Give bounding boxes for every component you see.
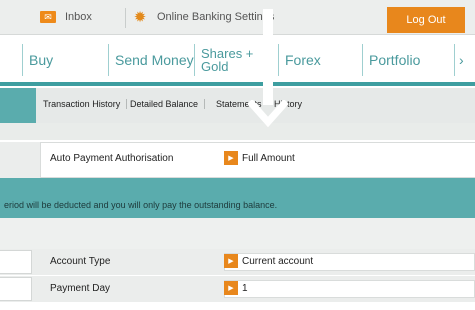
online-banking-settings-link[interactable]: ✹ Online Banking Settings <box>132 8 275 26</box>
info-banner <box>0 178 475 218</box>
auto-payment-row: Auto Payment Authorisation ▶ Full Amount <box>0 142 475 178</box>
nav-more-button[interactable]: › <box>454 44 475 76</box>
inbox-link[interactable]: ✉ Inbox <box>40 11 92 23</box>
pointer-arrow-shaft <box>263 9 273 105</box>
nav-item-buy[interactable]: Buy <box>22 44 108 76</box>
gear-icon: ✹ <box>133 8 147 26</box>
nav-label-gold: Gold <box>201 59 229 74</box>
section-band-2 <box>0 218 475 249</box>
nav-item-forex[interactable]: Forex <box>278 44 362 76</box>
envelope-icon: ✉ <box>40 11 56 23</box>
account-type-label: Account Type <box>50 256 111 267</box>
chevron-right-icon: › <box>459 52 464 68</box>
nav-item-send-money[interactable]: Send Money <box>108 44 194 76</box>
tab-transaction-history[interactable]: Transaction History <box>43 99 128 109</box>
topbar-divider <box>125 8 126 28</box>
top-bar: ✉ Inbox ✹ Online Banking Settings Log Ou… <box>0 0 475 35</box>
account-type-row: Account Type ▶ Current account <box>0 249 475 275</box>
play-arrow-icon[interactable]: ▶ <box>224 151 238 165</box>
nav-label-forex: Forex <box>285 52 321 68</box>
play-arrow-icon[interactable]: ▶ <box>224 281 238 295</box>
account-type-value[interactable]: Current account <box>242 256 313 267</box>
row-left-cell <box>0 250 32 274</box>
row-left-cell <box>0 277 32 301</box>
settings-label: Online Banking Settings <box>157 11 275 23</box>
nav-label-buy: Buy <box>29 52 54 68</box>
inbox-label: Inbox <box>65 11 92 23</box>
play-arrow-icon[interactable]: ▶ <box>224 254 238 268</box>
payment-day-label: Payment Day <box>50 283 111 294</box>
logout-button[interactable]: Log Out <box>387 7 465 33</box>
nav-label-portfolio: Portfolio <box>369 52 421 68</box>
nav-underline <box>0 82 475 86</box>
info-text: eriod will be deducted and you will only… <box>4 200 278 210</box>
auto-payment-label: Auto Payment Authorisation <box>50 153 174 164</box>
nav-item-portfolio[interactable]: Portfolio <box>362 44 454 76</box>
sub-nav: Transaction History Detailed Balance Sta… <box>0 88 475 123</box>
nav-label-send-money: Send Money <box>115 52 194 68</box>
payment-day-row: Payment Day ▶ 1 <box>0 276 475 302</box>
sub-nav-active-tab[interactable] <box>0 88 36 123</box>
down-arrow-icon <box>248 100 288 128</box>
section-band <box>0 123 475 140</box>
payment-day-field[interactable] <box>224 280 475 298</box>
tab-detailed-balance[interactable]: Detailed Balance <box>130 99 206 109</box>
auto-payment-value[interactable]: Full Amount <box>242 153 295 164</box>
payment-day-value[interactable]: 1 <box>242 283 248 294</box>
main-nav: Buy Send Money Shares + Gold Forex Portf… <box>0 36 475 82</box>
